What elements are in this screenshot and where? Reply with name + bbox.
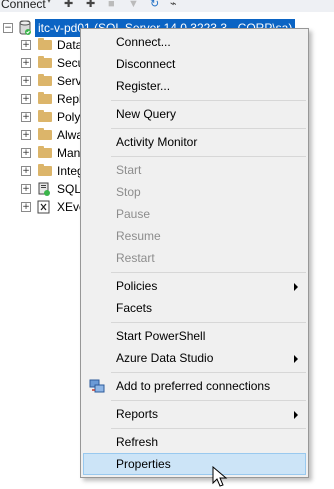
activity-icon[interactable]: ⌁: [170, 0, 177, 10]
stop-icon[interactable]: ■: [108, 0, 115, 10]
menu-separator: [111, 428, 306, 429]
menu-item-activity-monitor[interactable]: Activity Monitor: [83, 131, 306, 153]
menu-item-label: Register...: [116, 79, 171, 93]
folder-icon: [38, 110, 52, 122]
menu-item-label: Reports: [116, 407, 159, 421]
menu-separator: [111, 156, 306, 157]
menu-item-new-query[interactable]: New Query: [83, 103, 306, 125]
menu-item-restart: Restart: [83, 247, 306, 269]
menu-item-stop: Stop: [83, 181, 306, 203]
menu-item-label: Resume: [116, 229, 161, 243]
folder-icon: [38, 164, 52, 176]
menu-item-start-powershell[interactable]: Start PowerShell: [83, 325, 306, 347]
menu-item-facets[interactable]: Facets: [83, 297, 306, 319]
menu-item-register[interactable]: Register...: [83, 75, 306, 97]
folder-icon: [38, 56, 52, 68]
xevent-icon: [37, 200, 51, 214]
menu-separator: [111, 322, 306, 323]
connect-dropdown-caret-icon[interactable]: ▾: [47, 0, 51, 5]
menu-item-azure-data-studio[interactable]: Azure Data Studio: [83, 347, 306, 369]
menu-item-label: Refresh: [116, 435, 159, 449]
menu-separator: [111, 372, 306, 373]
menu-item-add-preferred-connections[interactable]: Add to preferred connections: [83, 375, 306, 397]
menu-item-label: Add to preferred connections: [116, 379, 271, 393]
tree-item-label: Man: [57, 146, 81, 160]
expand-icon[interactable]: +: [21, 166, 31, 176]
connect-icon[interactable]: ✚: [64, 0, 73, 10]
menu-item-properties[interactable]: Properties: [83, 453, 306, 475]
menu-item-policies[interactable]: Policies: [83, 275, 306, 297]
expand-icon[interactable]: +: [21, 130, 31, 140]
object-explorer-toolbar: Connect ▾ ✚ ✚ ■ ▼ ↻ ⌁: [0, 0, 334, 12]
sql-agent-icon: [37, 182, 51, 196]
menu-item-reports[interactable]: Reports: [83, 403, 306, 425]
submenu-arrow-icon: [294, 283, 298, 291]
menu-separator: [111, 100, 306, 101]
expand-icon[interactable]: +: [21, 112, 31, 122]
tree-item-label: Poly: [57, 110, 81, 124]
expand-icon[interactable]: +: [21, 202, 31, 212]
menu-item-label: Disconnect: [116, 57, 176, 71]
submenu-arrow-icon: [294, 411, 298, 419]
menu-item-disconnect[interactable]: Disconnect: [83, 53, 306, 75]
refresh-icon[interactable]: ↻: [150, 0, 159, 10]
folder-icon: [38, 74, 52, 86]
collapse-icon[interactable]: −: [3, 23, 13, 33]
menu-item-pause: Pause: [83, 203, 306, 225]
connect-dropdown-button[interactable]: Connect: [1, 0, 46, 11]
folder-icon: [38, 128, 52, 140]
expand-icon[interactable]: +: [21, 148, 31, 158]
preferred-connections-icon: [89, 379, 105, 393]
menu-item-label: Start: [116, 163, 142, 177]
tree-item-label: Serv: [57, 74, 82, 88]
filter-icon[interactable]: ▼: [128, 0, 139, 10]
menu-item-label: Pause: [116, 207, 151, 221]
submenu-arrow-icon: [294, 355, 298, 363]
expand-icon[interactable]: +: [21, 94, 31, 104]
menu-item-start: Start: [83, 159, 306, 181]
tree-item-label: Data: [57, 38, 83, 52]
expand-icon[interactable]: +: [21, 40, 31, 50]
menu-item-label: Policies: [116, 279, 158, 293]
folder-icon: [38, 146, 52, 158]
menu-item-label: Connect...: [116, 35, 171, 49]
menu-item-label: Stop: [116, 185, 141, 199]
menu-item-refresh[interactable]: Refresh: [83, 431, 306, 453]
server-icon: [19, 20, 31, 35]
disconnect-icon[interactable]: ✚: [86, 0, 95, 10]
menu-item-label: Azure Data Studio: [116, 351, 214, 365]
expand-icon[interactable]: +: [21, 184, 31, 194]
menu-item-label: Activity Monitor: [116, 135, 198, 149]
server-context-menu: Connect... Disconnect Register... New Qu…: [80, 28, 309, 478]
expand-icon[interactable]: +: [21, 58, 31, 68]
menu-item-label: Start PowerShell: [116, 329, 206, 343]
tree-item-label: SQL: [57, 182, 82, 196]
folder-icon: [38, 92, 52, 104]
menu-separator: [111, 400, 306, 401]
mouse-pointer-icon: [212, 466, 228, 487]
folder-icon: [38, 38, 52, 50]
menu-item-connect[interactable]: Connect...: [83, 31, 306, 53]
menu-separator: [111, 272, 306, 273]
menu-item-label: Properties: [116, 457, 171, 471]
menu-item-label: Restart: [116, 251, 155, 265]
menu-separator: [111, 128, 306, 129]
expand-icon[interactable]: +: [21, 76, 31, 86]
menu-item-resume: Resume: [83, 225, 306, 247]
tree-item-label: Repl: [57, 92, 82, 106]
menu-item-label: New Query: [116, 107, 177, 121]
menu-item-label: Facets: [116, 301, 153, 315]
